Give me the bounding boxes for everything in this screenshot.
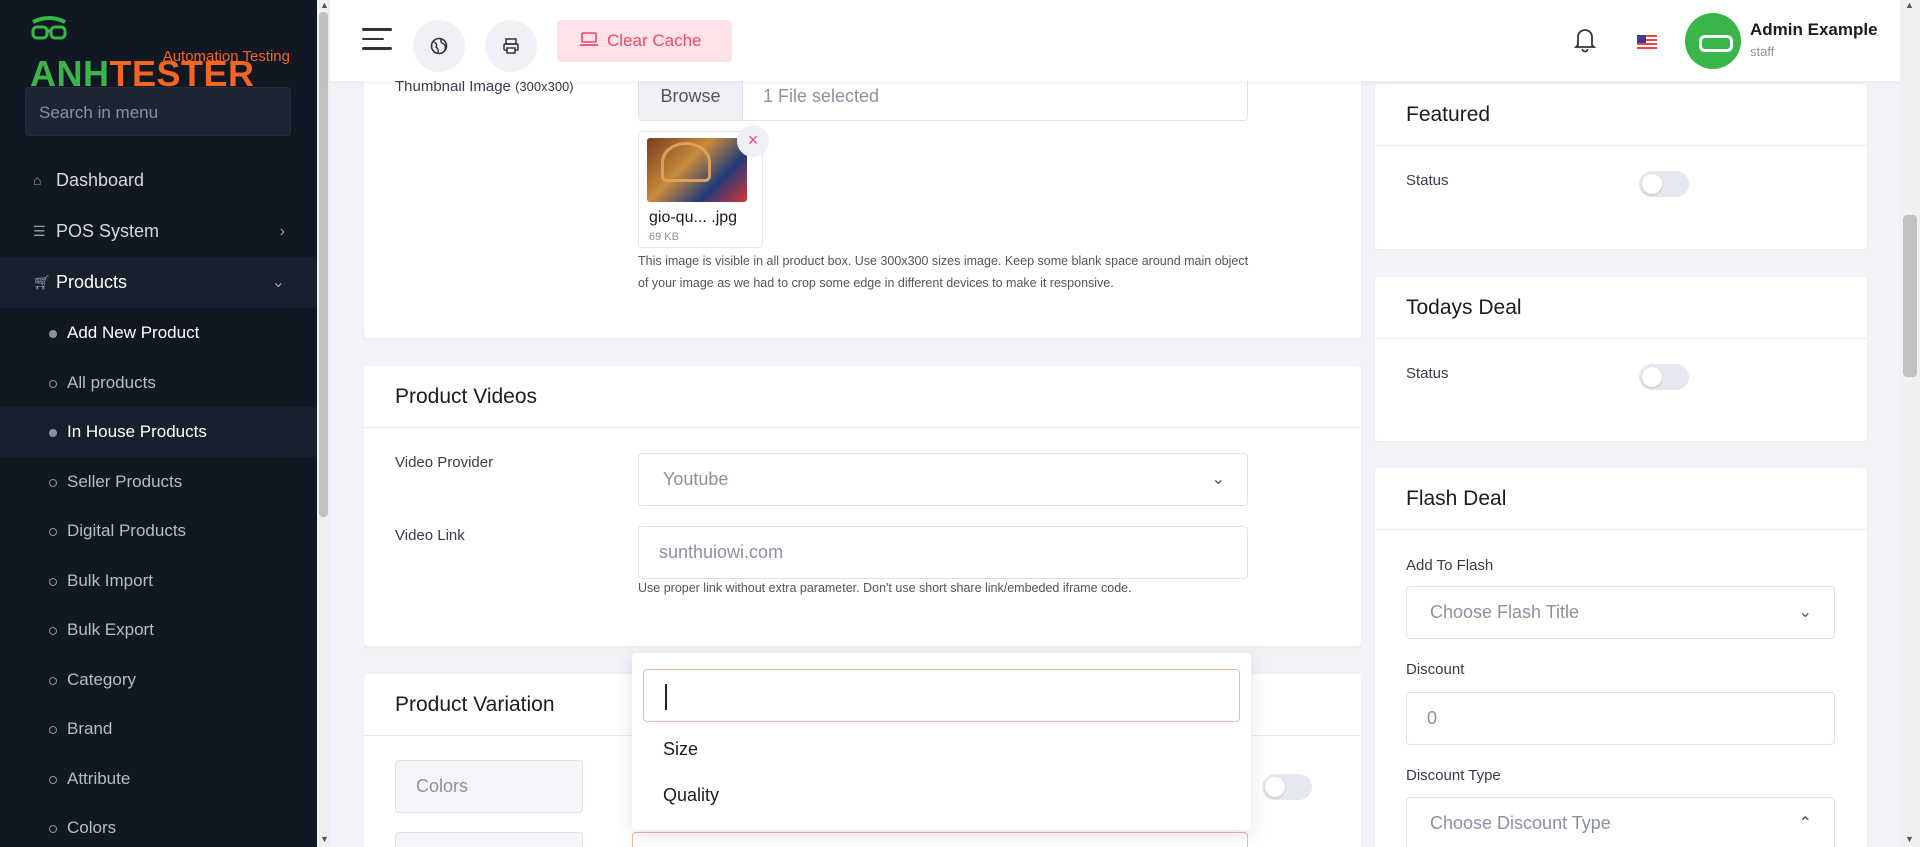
featured-title: Featured xyxy=(1375,84,1867,146)
remove-file-close-icon[interactable]: × xyxy=(737,125,769,157)
todays-deal-status-toggle[interactable] xyxy=(1639,364,1689,390)
option-quality[interactable]: Quality xyxy=(663,785,719,806)
flash-deal-title: Flash Deal xyxy=(1375,468,1867,530)
page-scrollbar[interactable]: ▲ ▼ xyxy=(1900,0,1920,847)
sidebar-subitem-attribute[interactable]: Attribute xyxy=(0,754,317,804)
sidebar-subitem-seller-products[interactable]: Seller Products xyxy=(0,457,317,507)
featured-status-toggle[interactable] xyxy=(1639,171,1689,197)
bullet-icon xyxy=(49,627,57,635)
add-to-flash-label: Add To Flash xyxy=(1406,557,1494,574)
sidebar: ANHTESTER Automation Testing Search in m… xyxy=(0,0,317,847)
sidebar-subitem-bulk-export[interactable]: Bulk Export xyxy=(0,605,317,655)
thumbnail-help-text: This image is visible in all product box… xyxy=(638,254,1249,290)
attributes-label-field xyxy=(395,832,583,847)
print-icon[interactable] xyxy=(485,20,537,72)
featured-card: Featured Status xyxy=(1375,84,1867,249)
sidebar-item-dashboard[interactable]: ⌂ Dashboard xyxy=(0,155,317,206)
topbar: Clear Cache Admin Example staff xyxy=(330,0,1900,81)
colors-toggle[interactable] xyxy=(1262,774,1312,800)
flash-deal-card: Flash Deal Add To Flash Choose Flash Tit… xyxy=(1375,468,1867,847)
glasses-logo-icon xyxy=(31,16,67,40)
us-flag-icon[interactable] xyxy=(1637,35,1657,49)
cart-icon: 🛒︎ xyxy=(33,274,51,290)
bullet-icon xyxy=(49,379,57,388)
todays-deal-title: Todays Deal xyxy=(1375,277,1867,339)
sidebar-scrollbar-thumb[interactable] xyxy=(319,12,328,517)
bullet-icon xyxy=(49,726,57,734)
menu-toggle-icon[interactable] xyxy=(362,28,392,54)
todays-deal-card: Todays Deal Status xyxy=(1375,277,1867,441)
logo-tagline: Automation Testing xyxy=(162,48,290,65)
product-videos-title: Product Videos xyxy=(364,366,1361,428)
video-link-label: Video Link xyxy=(395,527,465,544)
bullet-icon xyxy=(49,478,57,487)
featured-status-label: Status xyxy=(1406,172,1449,189)
bullet-icon xyxy=(49,429,57,437)
discount-type-select[interactable]: Choose Discount Type ⌃ xyxy=(1406,797,1835,847)
option-size[interactable]: Size xyxy=(663,739,698,760)
sidebar-subitem-all-products[interactable]: All products xyxy=(0,358,317,408)
sidebar-subitem-add-new-product[interactable]: Add New Product xyxy=(0,308,317,358)
thumbnail-image xyxy=(647,138,747,202)
bullet-icon xyxy=(49,825,57,833)
laptop-icon xyxy=(579,20,599,62)
home-icon: ⌂ xyxy=(33,172,42,188)
colors-label-field: Colors xyxy=(395,760,583,813)
bullet-icon xyxy=(49,676,57,685)
sidebar-subitem-in-house-products[interactable]: In House Products xyxy=(0,407,317,457)
sidebar-subitem-category[interactable]: Category xyxy=(0,655,317,705)
globe-icon[interactable] xyxy=(413,20,465,72)
logo[interactable]: ANHTESTER Automation Testing xyxy=(30,8,290,94)
flash-title-select[interactable]: Choose Flash Title ⌄ xyxy=(1406,586,1835,639)
sidebar-subitem-brand[interactable]: Brand xyxy=(0,704,317,754)
thumbnail-file-name: gio-qu... .jpg xyxy=(649,209,738,226)
list-icon: ☰ xyxy=(33,223,46,239)
sidebar-scrollbar[interactable]: ▲ ▼ xyxy=(317,0,330,847)
bullet-icon xyxy=(49,577,57,586)
sidebar-item-products[interactable]: 🛒︎ Products ⌄ xyxy=(0,257,317,308)
scroll-down-icon[interactable]: ▼ xyxy=(1905,834,1914,844)
sidebar-nav: ⌂ Dashboard ☰ POS System › 🛒︎ Products ⌄… xyxy=(0,155,317,847)
thumbnail-file-size: 69 KB xyxy=(649,231,679,243)
sidebar-search-input[interactable]: Search in menu xyxy=(25,87,291,136)
discount-label: Discount xyxy=(1406,661,1465,678)
user-name[interactable]: Admin Example xyxy=(1750,20,1878,40)
page-scrollbar-thumb[interactable] xyxy=(1903,215,1917,377)
chevron-down-icon: ⌄ xyxy=(1211,471,1225,488)
bullet-icon xyxy=(49,528,57,536)
attributes-dropdown: Size Quality xyxy=(632,653,1251,830)
bullet-icon xyxy=(49,330,57,338)
chevron-up-icon: ⌃ xyxy=(1798,815,1812,832)
todays-deal-status-label: Status xyxy=(1406,365,1449,382)
attributes-select[interactable] xyxy=(632,832,1248,847)
sidebar-item-pos-system[interactable]: ☰ POS System › xyxy=(0,206,317,257)
sidebar-subitem-colors[interactable]: Colors xyxy=(0,803,317,847)
scroll-up-icon[interactable]: ▲ xyxy=(320,0,329,10)
discount-type-label: Discount Type xyxy=(1406,767,1501,784)
bell-icon[interactable] xyxy=(1573,25,1601,57)
scroll-down-icon[interactable]: ▼ xyxy=(320,834,329,844)
discount-input[interactable]: 0 xyxy=(1406,692,1835,745)
avatar[interactable] xyxy=(1685,13,1741,69)
video-link-help-text: Use proper link without extra parameter.… xyxy=(638,581,1132,595)
bullet-icon xyxy=(49,775,57,784)
scroll-up-icon[interactable]: ▲ xyxy=(1905,0,1914,10)
video-provider-label: Video Provider xyxy=(395,454,494,471)
attributes-search-input[interactable] xyxy=(643,669,1240,722)
chevron-down-icon: ⌄ xyxy=(1798,604,1812,621)
sidebar-subitem-digital-products[interactable]: Digital Products xyxy=(0,506,317,556)
video-link-input[interactable]: sunthuiowi.com xyxy=(638,526,1248,579)
clear-cache-button[interactable]: Clear Cache xyxy=(557,20,732,62)
chevron-right-icon: › xyxy=(279,223,285,240)
sidebar-subitem-bulk-import[interactable]: Bulk Import xyxy=(0,556,317,606)
product-videos-card: Product Videos Video Provider Youtube ⌄ … xyxy=(364,366,1361,646)
chevron-down-icon: ⌄ xyxy=(271,274,285,291)
user-role: staff xyxy=(1750,44,1775,59)
video-provider-select[interactable]: Youtube ⌄ xyxy=(638,453,1248,506)
